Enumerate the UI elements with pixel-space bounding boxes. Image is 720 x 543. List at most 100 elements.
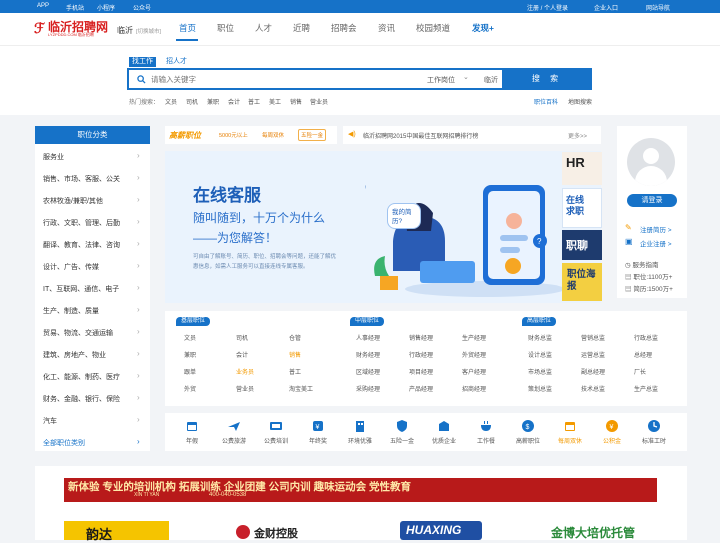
benefit-label[interactable]: 年假 (172, 436, 212, 445)
site-nav-link[interactable]: 网站导航 (646, 3, 670, 12)
job-link[interactable]: 外贸经理 (462, 350, 486, 359)
login-register-link[interactable]: 注册 / 个人登录 (527, 3, 568, 12)
app-link[interactable]: APP (37, 3, 49, 9)
map-search-link[interactable]: 地图搜索 (568, 97, 592, 106)
register-company-link[interactable]: 企业注册 > (640, 238, 672, 248)
official-account-link[interactable]: 公众号 (133, 3, 151, 12)
huaxing-logo[interactable]: HUAXING (400, 521, 482, 540)
nav-news[interactable]: 资讯 (378, 22, 395, 34)
category-item[interactable]: 服务业 (43, 152, 64, 162)
hot-keyword[interactable]: 销售 (290, 97, 302, 106)
job-link[interactable]: 营销总监 (581, 333, 605, 342)
training-ad-banner[interactable]: 新体验 专业的培训机构 拓展训练 企业团建 公司内训 趣味运动会 党性教育 XI… (64, 478, 657, 502)
category-item[interactable]: 设计、广告、传媒 (43, 262, 99, 272)
benefit-label[interactable]: 优质企业 (424, 436, 464, 445)
nav-talent[interactable]: 人才 (255, 22, 272, 34)
category-item[interactable]: IT、互联网、通信、电子 (43, 284, 119, 294)
job-link[interactable]: 招商经理 (462, 384, 486, 393)
benefit-label[interactable]: 每周双休 (550, 436, 590, 445)
nav-jobs[interactable]: 职位 (217, 22, 234, 34)
nav-job-fair[interactable]: 招聘会 (331, 22, 357, 34)
login-button[interactable]: 请登录 (627, 194, 677, 207)
benefit-label[interactable]: 五险一金 (382, 436, 422, 445)
job-link[interactable]: 总经理 (634, 350, 652, 359)
benefit-label[interactable]: 环境优雅 (340, 436, 380, 445)
tab-find-talent[interactable]: 招人才 (163, 57, 190, 67)
search-button[interactable]: 搜 索 (502, 68, 592, 90)
job-link[interactable]: 行政总监 (634, 333, 658, 342)
job-link[interactable]: 客户经理 (462, 367, 486, 376)
tab-find-job[interactable]: 找工作 (129, 57, 156, 67)
job-link[interactable]: 外贸 (184, 384, 196, 393)
benefit-label[interactable]: 公费旅游 (214, 436, 254, 445)
benefit-label[interactable]: 标准工时 (634, 436, 674, 445)
job-link[interactable]: 市场总监 (528, 367, 552, 376)
job-link[interactable]: 副总经理 (581, 367, 605, 376)
mini-program-link[interactable]: 小程序 (97, 3, 115, 12)
job-wiki-link[interactable]: 职位百科 (534, 97, 558, 106)
nav-home[interactable]: 首页 (179, 22, 196, 34)
online-service-banner[interactable]: 在线客服 随叫随到，十万个为什么 ——为您解答！ 可自由了解账号、简历、职位、招… (165, 151, 601, 303)
category-item[interactable]: 建筑、房地产、物业 (43, 350, 106, 360)
job-link[interactable]: 策划总监 (528, 384, 552, 393)
nav-discover[interactable]: 发现+ (472, 22, 494, 34)
job-link[interactable]: 采购经理 (356, 384, 380, 393)
category-item[interactable]: 翻译、教育、法律、咨询 (43, 240, 120, 250)
category-item[interactable]: 财务、金融、银行、保险 (43, 394, 120, 404)
company-entry-link[interactable]: 企业入口 (594, 3, 618, 12)
online-job-card[interactable]: 在线求职 (562, 188, 602, 228)
benefit-label[interactable]: 公费培训 (256, 436, 296, 445)
job-link[interactable]: 财务经理 (356, 350, 380, 359)
job-link[interactable]: 技术总监 (581, 384, 605, 393)
nav-news-1[interactable]: 近聘 (293, 22, 310, 34)
yunda-logo[interactable]: 韵达 (64, 521, 169, 542)
category-item[interactable]: 农林牧渔/兼职/其他 (43, 196, 103, 206)
hot-keyword[interactable]: 普工 (248, 97, 260, 106)
hr-card[interactable]: HR (562, 152, 602, 185)
hot-keyword[interactable]: 文员 (165, 97, 177, 106)
job-link[interactable]: 运营总监 (581, 350, 605, 359)
job-link[interactable]: 厂长 (634, 367, 646, 376)
hot-keyword[interactable]: 美工 (269, 97, 281, 106)
high-salary-strip[interactable]: 高薪职位 5000元以上 每周双休 五险一金 (165, 126, 337, 144)
job-link[interactable]: 产品经理 (409, 384, 433, 393)
category-item[interactable]: 销售、市场、客服、公关 (43, 174, 120, 184)
hot-keyword[interactable]: 会计 (228, 97, 240, 106)
job-link[interactable]: 项目经理 (409, 367, 433, 376)
job-link[interactable]: 销售 (289, 350, 301, 359)
job-link[interactable]: 财务总监 (528, 333, 552, 342)
job-link[interactable]: 兼职 (184, 350, 196, 359)
job-link[interactable]: 跟单 (184, 367, 196, 376)
jincai-logo[interactable]: 金财控股 (236, 521, 326, 540)
category-item[interactable]: 行政、文职、管理、后勤 (43, 218, 120, 228)
news-more-link[interactable]: 更多>> (568, 131, 587, 140)
job-link[interactable]: 区域经理 (356, 367, 380, 376)
mobile-link[interactable]: 手机站 (66, 3, 84, 12)
chat-card[interactable]: 职聊 (562, 230, 602, 260)
switch-city-link[interactable]: [切换城市] (136, 27, 161, 35)
benefit-label[interactable]: 高薪职位 (508, 436, 548, 445)
benefit-label[interactable]: 工作餐 (466, 436, 506, 445)
job-link[interactable]: 司机 (236, 333, 248, 342)
job-link[interactable]: 生产经理 (462, 333, 486, 342)
category-item[interactable]: 生产、制造、质量 (43, 306, 99, 316)
job-link[interactable]: 淘宝美工 (289, 384, 313, 393)
hot-keyword[interactable]: 兼职 (207, 97, 219, 106)
hot-keyword[interactable]: 司机 (186, 97, 198, 106)
job-link[interactable]: 行政经理 (409, 350, 433, 359)
hot-keyword[interactable]: 营业员 (310, 97, 328, 106)
job-link[interactable]: 普工 (289, 367, 301, 376)
city-select[interactable]: 临沂 (484, 75, 498, 85)
job-link[interactable]: 设计总监 (528, 350, 552, 359)
job-link[interactable]: 会计 (236, 350, 248, 359)
job-link[interactable]: 仓管 (289, 333, 301, 342)
category-item[interactable]: 贸易、物流、交通运输 (43, 328, 113, 338)
job-link[interactable]: 文员 (184, 333, 196, 342)
benefit-label[interactable]: 公积金 (592, 436, 632, 445)
nav-campus[interactable]: 校园频道 (416, 22, 450, 34)
all-categories-link[interactable]: 全部职位类别 (43, 438, 85, 448)
benefit-label[interactable]: 年终奖 (298, 436, 338, 445)
job-poster-card[interactable]: 职位海报 (562, 263, 602, 301)
search-input[interactable] (151, 73, 401, 86)
job-link[interactable]: 销售经理 (409, 333, 433, 342)
